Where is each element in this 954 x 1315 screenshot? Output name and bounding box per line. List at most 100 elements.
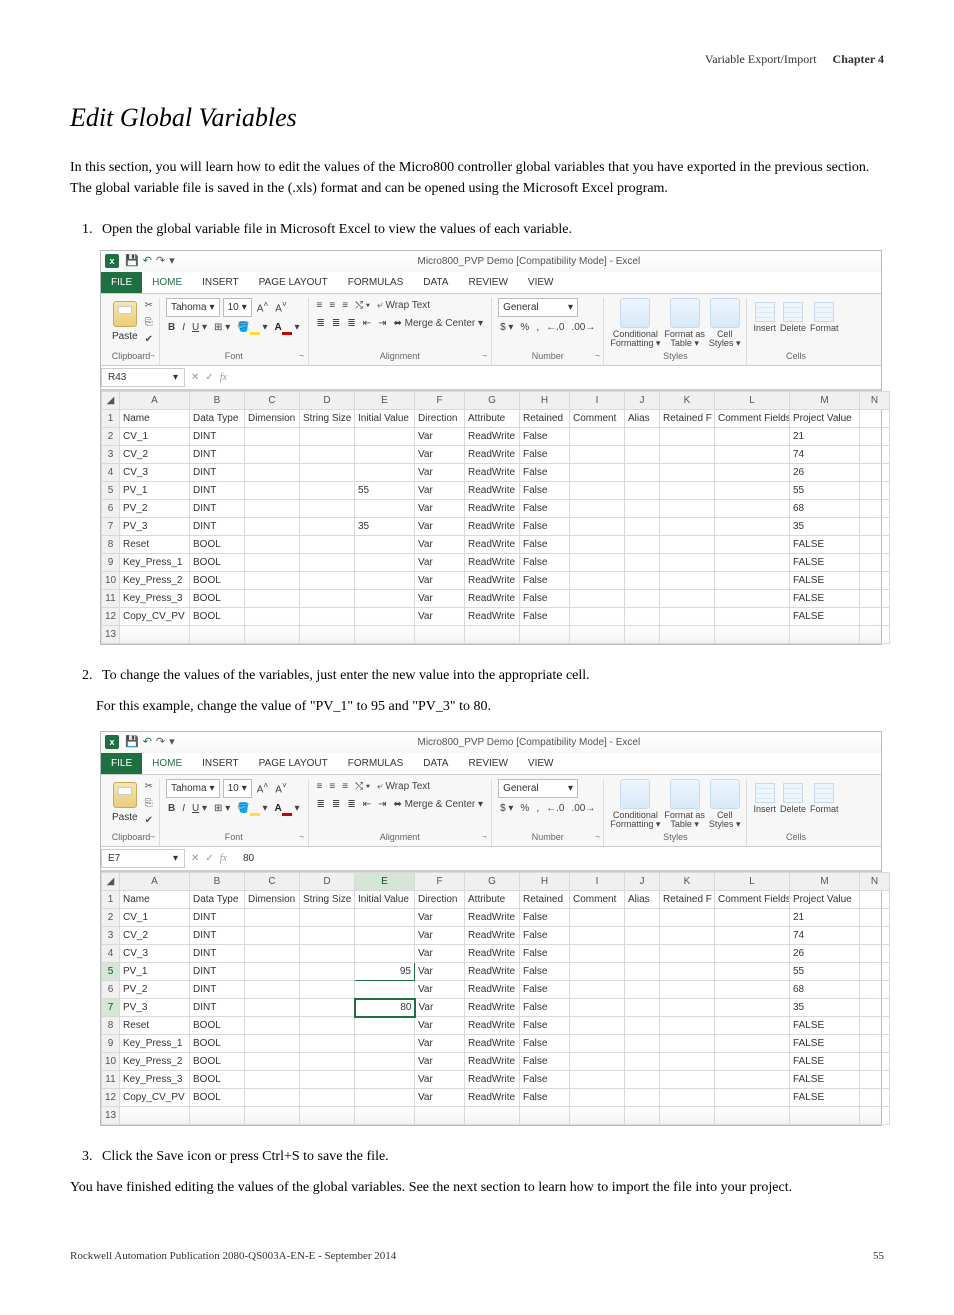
cell[interactable]	[625, 1035, 660, 1053]
row-header[interactable]: 11	[102, 1071, 120, 1089]
tab-file[interactable]: FILE	[101, 272, 142, 293]
insert-cells-button[interactable]: Insert	[753, 302, 776, 333]
currency-icon[interactable]: $ ▾	[498, 320, 515, 335]
cell[interactable]	[860, 554, 890, 572]
cell[interactable]	[120, 626, 190, 644]
cell[interactable]	[660, 446, 715, 464]
cell[interactable]	[245, 464, 300, 482]
cell[interactable]: Attribute	[465, 891, 520, 909]
align-middle-icon[interactable]: ≡	[327, 298, 337, 313]
fill-color-button[interactable]: 🪣 ▾	[235, 801, 269, 816]
cell[interactable]	[860, 518, 890, 536]
cell[interactable]: DINT	[190, 482, 245, 500]
merge-center-button[interactable]: ⬌ Merge & Center ▾	[391, 316, 485, 331]
cell[interactable]: Retained	[520, 891, 570, 909]
decrease-font-icon[interactable]: A˅	[273, 779, 289, 797]
cell[interactable]	[300, 1053, 355, 1071]
cell[interactable]	[300, 446, 355, 464]
cell[interactable]	[355, 608, 415, 626]
column-header[interactable]: B	[190, 873, 245, 891]
delete-cells-button[interactable]: Delete	[780, 302, 806, 333]
cell[interactable]	[245, 909, 300, 927]
cancel-icon[interactable]: ✕	[191, 370, 199, 385]
cell[interactable]	[245, 518, 300, 536]
bold-button[interactable]: B	[166, 801, 177, 816]
cell[interactable]: False	[520, 446, 570, 464]
cell[interactable]	[715, 572, 790, 590]
tab-insert[interactable]: INSERT	[192, 753, 249, 774]
cell[interactable]	[660, 464, 715, 482]
cell[interactable]	[570, 1035, 625, 1053]
cell[interactable]	[715, 590, 790, 608]
cell[interactable]	[355, 1071, 415, 1089]
cell[interactable]: Alias	[625, 410, 660, 428]
cell[interactable]: Copy_CV_PV	[120, 1089, 190, 1107]
cell[interactable]	[570, 626, 625, 644]
select-all-cell[interactable]: ◢	[102, 392, 120, 410]
tab-review[interactable]: REVIEW	[458, 272, 517, 293]
cell[interactable]: DINT	[190, 428, 245, 446]
align-left-icon[interactable]: ≣	[315, 797, 327, 812]
cancel-icon[interactable]: ✕	[191, 851, 199, 866]
cell[interactable]	[245, 572, 300, 590]
cell[interactable]	[245, 1053, 300, 1071]
cell[interactable]: DINT	[190, 945, 245, 963]
cell[interactable]: False	[520, 572, 570, 590]
align-right-icon[interactable]: ≣	[345, 797, 357, 812]
cell[interactable]	[660, 500, 715, 518]
cell[interactable]	[245, 536, 300, 554]
spreadsheet-grid-2[interactable]: ◢ABCDEFGHIJKLMN1NameData TypeDimensionSt…	[101, 871, 881, 1125]
cell[interactable]	[625, 428, 660, 446]
cell[interactable]: Var	[415, 428, 465, 446]
cell[interactable]: False	[520, 1053, 570, 1071]
cell[interactable]	[355, 464, 415, 482]
cell[interactable]	[245, 945, 300, 963]
cell[interactable]	[245, 1017, 300, 1035]
cell[interactable]	[245, 999, 300, 1017]
cell[interactable]	[355, 1053, 415, 1071]
cell[interactable]	[120, 1107, 190, 1125]
row-header[interactable]: 4	[102, 464, 120, 482]
cell[interactable]: ReadWrite	[465, 1053, 520, 1071]
row-header[interactable]: 7	[102, 999, 120, 1017]
cell[interactable]	[715, 1035, 790, 1053]
cell[interactable]: PV_3	[120, 518, 190, 536]
cell[interactable]	[715, 446, 790, 464]
underline-button[interactable]: U ▾	[190, 320, 209, 335]
cell[interactable]: Dimension	[245, 410, 300, 428]
paste-button[interactable]: Paste	[109, 301, 141, 344]
border-button[interactable]: ⊞ ▾	[212, 801, 232, 816]
redo-icon[interactable]: ↷	[156, 734, 165, 751]
cell[interactable]	[570, 446, 625, 464]
cell[interactable]	[625, 963, 660, 981]
cell[interactable]: Dimension	[245, 891, 300, 909]
cell[interactable]: Var	[415, 1089, 465, 1107]
name-box[interactable]: E7▾	[101, 849, 185, 868]
cell[interactable]: False	[520, 981, 570, 999]
row-header[interactable]: 4	[102, 945, 120, 963]
cell[interactable]: BOOL	[190, 1017, 245, 1035]
cell[interactable]	[245, 500, 300, 518]
align-top-icon[interactable]: ≡	[315, 298, 325, 313]
cell[interactable]	[625, 554, 660, 572]
cell[interactable]: Var	[415, 927, 465, 945]
decrease-decimal-icon[interactable]: .00→	[569, 801, 597, 816]
cell[interactable]	[570, 536, 625, 554]
cell[interactable]	[465, 1107, 520, 1125]
row-header[interactable]: 10	[102, 572, 120, 590]
align-top-icon[interactable]: ≡	[315, 779, 325, 794]
cell[interactable]: FALSE	[790, 536, 860, 554]
cell[interactable]	[300, 554, 355, 572]
cell[interactable]: DINT	[190, 963, 245, 981]
cell[interactable]	[300, 500, 355, 518]
column-header[interactable]: M	[790, 392, 860, 410]
cell[interactable]	[660, 590, 715, 608]
cell[interactable]: CV_1	[120, 909, 190, 927]
cell[interactable]: FALSE	[790, 1035, 860, 1053]
cell[interactable]	[625, 1107, 660, 1125]
cell[interactable]	[625, 500, 660, 518]
cell[interactable]: Var	[415, 446, 465, 464]
row-header[interactable]: 3	[102, 446, 120, 464]
cell[interactable]: DINT	[190, 518, 245, 536]
formula-input[interactable]: 80	[233, 851, 254, 866]
